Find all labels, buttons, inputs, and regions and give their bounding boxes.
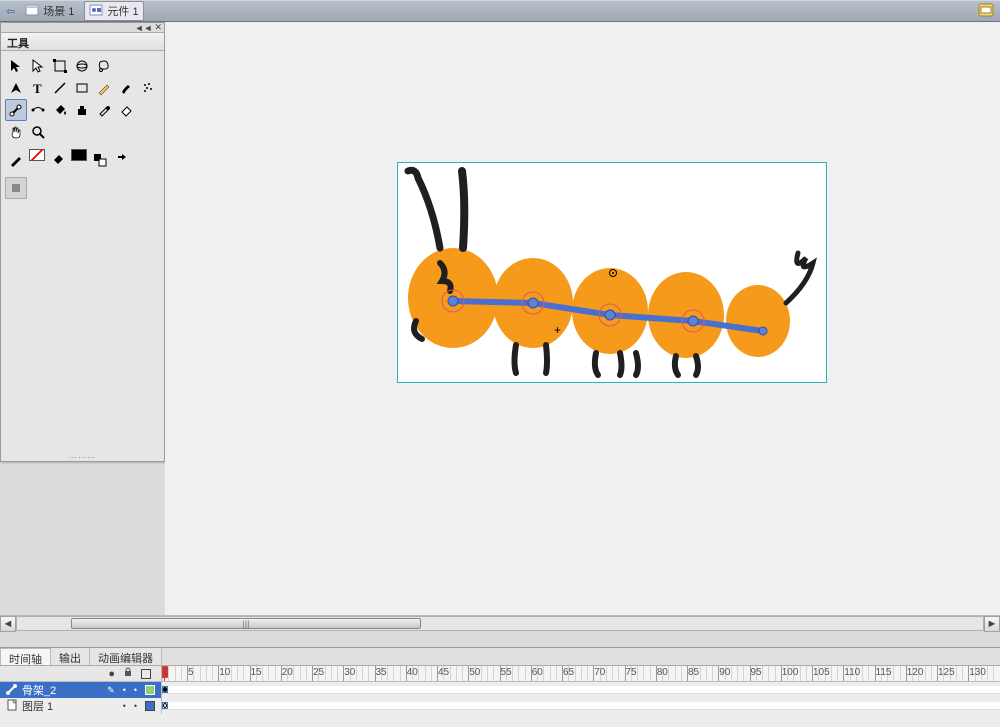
selection-bounds: + bbox=[397, 162, 827, 383]
subselection-tool[interactable] bbox=[27, 55, 49, 77]
scroll-thumb[interactable]: ||| bbox=[71, 618, 421, 629]
layer-name: 骨架_2 bbox=[22, 682, 56, 698]
symbol-crumb[interactable]: 元件 1 bbox=[84, 1, 143, 21]
swap-colors-button[interactable] bbox=[111, 149, 133, 171]
visibility-header-icon[interactable]: ● bbox=[108, 668, 115, 680]
panel-titlebar[interactable]: ◄◄✕ bbox=[1, 23, 164, 33]
layer-name-cell[interactable]: 图层 1 •• bbox=[0, 698, 162, 714]
layer-name: 图层 1 bbox=[22, 698, 53, 714]
fill-color-icon bbox=[47, 149, 69, 171]
symbol-icon bbox=[89, 4, 103, 19]
scene-icon bbox=[25, 4, 39, 19]
bind-tool[interactable] bbox=[27, 99, 49, 121]
scroll-track[interactable]: ||| bbox=[16, 616, 984, 631]
brush-tool[interactable] bbox=[115, 77, 137, 99]
scene-label: 场景 1 bbox=[43, 3, 74, 19]
registration-point-icon: + bbox=[554, 323, 561, 337]
stroke-color-icon bbox=[5, 149, 27, 171]
bone-layer-icon bbox=[6, 683, 18, 698]
timeline-panel: 时间轴 输出 动画编辑器 ● 1510152025303540455055606… bbox=[0, 647, 1000, 727]
pencil-tool[interactable] bbox=[93, 77, 115, 99]
pen-tool[interactable] bbox=[5, 77, 27, 99]
scroll-right-button[interactable]: ► bbox=[984, 616, 1000, 632]
edit-scene-button[interactable] bbox=[978, 2, 996, 21]
eyedropper-tool[interactable] bbox=[93, 99, 115, 121]
back-button[interactable]: ⇦ bbox=[6, 5, 15, 18]
tools-panel: ◄◄✕ 工具 T ⋯⋯⋯ bbox=[0, 22, 165, 462]
scroll-left-button[interactable]: ◄ bbox=[0, 616, 16, 632]
rectangle-tool[interactable] bbox=[71, 77, 93, 99]
default-colors-button[interactable] bbox=[89, 149, 111, 171]
zoom-tool[interactable] bbox=[27, 121, 49, 143]
paint-bucket-tool[interactable] bbox=[49, 99, 71, 121]
frames-armature[interactable] bbox=[162, 686, 1000, 694]
tab-timeline[interactable]: 时间轴 bbox=[0, 648, 51, 665]
edit-bar: ⇦ 场景 1 元件 1 bbox=[0, 0, 1000, 22]
layer-name-cell[interactable]: 骨架_2 ✎•• bbox=[0, 682, 162, 698]
lasso-tool[interactable] bbox=[93, 55, 115, 77]
symbol-label: 元件 1 bbox=[107, 3, 138, 19]
selection-tool[interactable] bbox=[5, 55, 27, 77]
ink-bottle-tool[interactable] bbox=[71, 99, 93, 121]
tab-motion-editor[interactable]: 动画编辑器 bbox=[90, 648, 162, 665]
lock-header-icon[interactable] bbox=[123, 667, 133, 680]
scene-crumb[interactable]: 场景 1 bbox=[21, 2, 78, 20]
eraser-tool[interactable] bbox=[115, 99, 137, 121]
stage[interactable]: + bbox=[165, 22, 1000, 631]
line-tool[interactable] bbox=[49, 77, 71, 99]
fill-color-swatch[interactable] bbox=[71, 149, 87, 161]
page-layer-icon bbox=[6, 699, 18, 714]
outline-header-icon[interactable] bbox=[141, 669, 151, 679]
pencil-indicator-icon: ✎ bbox=[107, 685, 115, 696]
layer-row-armature[interactable]: 骨架_2 ✎•• bbox=[0, 682, 1000, 698]
bone-tool[interactable] bbox=[5, 99, 27, 121]
hand-tool[interactable] bbox=[5, 121, 27, 143]
spray-brush-tool[interactable] bbox=[137, 77, 159, 99]
frames-layer1[interactable] bbox=[162, 702, 1000, 710]
canvas-artwork bbox=[398, 163, 828, 384]
text-tool[interactable]: T bbox=[27, 77, 49, 99]
layer-row-1[interactable]: 图层 1 •• bbox=[0, 698, 1000, 714]
3d-rotation-tool[interactable] bbox=[71, 55, 93, 77]
options-section[interactable] bbox=[5, 177, 27, 199]
tab-output[interactable]: 输出 bbox=[51, 648, 90, 665]
free-transform-tool[interactable] bbox=[49, 55, 71, 77]
panel-grip[interactable]: ⋯⋯⋯ bbox=[1, 453, 164, 461]
stroke-color-swatch[interactable] bbox=[29, 149, 45, 161]
layer-column-header: ● bbox=[0, 666, 162, 681]
svg-text:T: T bbox=[33, 81, 42, 95]
panel-tabs: 时间轴 输出 动画编辑器 bbox=[0, 648, 1000, 666]
stage-horizontal-scrollbar[interactable]: ◄ ||| ► bbox=[0, 615, 1000, 631]
frame-ruler[interactable]: 1510152025303540455055606570758085909510… bbox=[162, 666, 1000, 681]
tools-header: 工具 bbox=[1, 33, 164, 51]
